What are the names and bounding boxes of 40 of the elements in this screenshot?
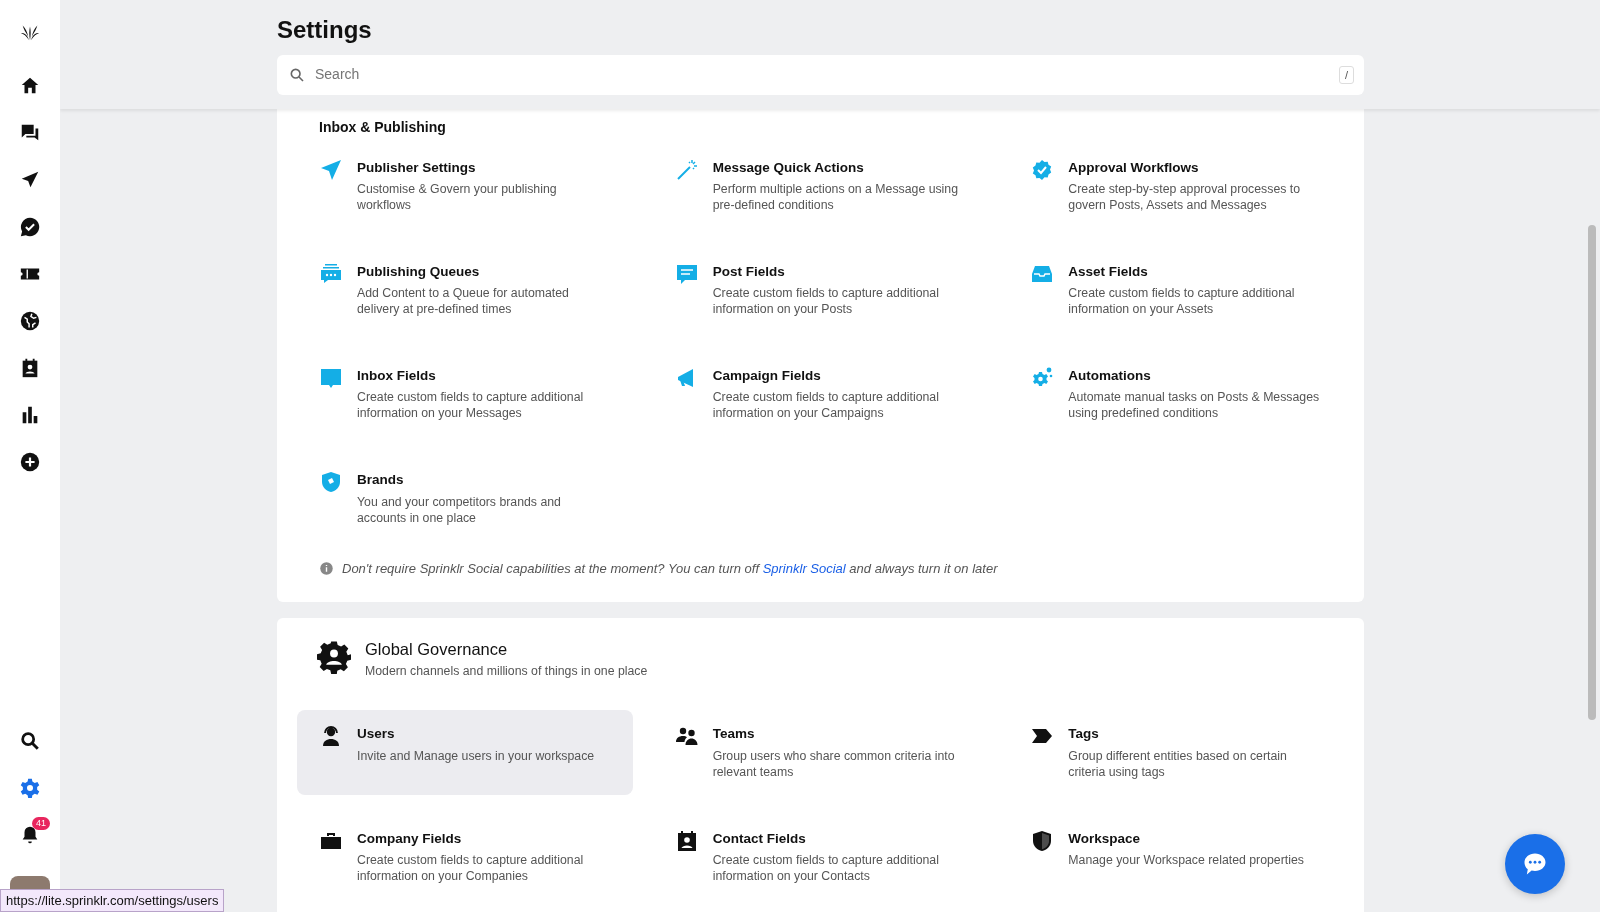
item-description: Create custom fields to capture additional information on your Campaigns: [712, 390, 940, 423]
item-description: Automate manual tasks on Posts & Messages using predefined conditions: [1068, 390, 1321, 423]
item-description: You and your competitors brands and accounts in one place: [357, 494, 562, 527]
item-title: Users: [357, 725, 396, 744]
shortcut-key: /: [1338, 65, 1354, 85]
item-title: Automations: [1068, 367, 1152, 386]
section-title: Global Governance: [365, 640, 509, 660]
item-description: Create step-by-step approval processes to govern Posts, Assets and Messages: [1068, 182, 1302, 214]
item-title: Teams: [712, 725, 756, 744]
item-description: Create custom fields to capture additional information on your Messages: [357, 390, 585, 423]
section-title: Inbox & Publishing: [319, 119, 447, 136]
item-title: Message Quick Actions: [712, 158, 865, 177]
item-description: Customise & Govern your publishing workflows: [357, 182, 558, 214]
page-title: Settings: [277, 16, 373, 45]
item-title: Tags: [1068, 725, 1100, 744]
item-title: Post Fields: [712, 263, 786, 281]
item-description: Create custom fields to capture additional information on your Assets: [1068, 286, 1296, 319]
item-title: Publisher Settings: [357, 158, 477, 177]
item-description: Create custom fields to capture additional information on your Contacts: [712, 852, 940, 885]
item-title: Publishing Queues: [357, 263, 481, 281]
notification-count: 41: [32, 817, 50, 830]
item-description: Create custom fields to capture additional information on your Companies: [357, 852, 585, 885]
item-title: Campaign Fields: [712, 367, 822, 386]
item-title: Asset Fields: [1068, 263, 1149, 281]
item-title: Workspace: [1068, 829, 1142, 848]
item-title: Approval Workflows: [1068, 158, 1200, 177]
item-description: Group users who share common criteria into relevant teams: [712, 748, 956, 781]
item-title: Company Fields: [357, 829, 463, 848]
status-url-tooltip: https://lite.sprinklr.com/settings/users: [0, 888, 225, 912]
info-note: Don't require Sprinklr Social capabilities at the moment? You can turn off Sprinklr Social and always turn it on later: [342, 559, 998, 578]
item-description: Group different entities based on certain criteria using tags: [1068, 748, 1288, 781]
item-description: Invite and Manage users in your workspace: [357, 748, 595, 765]
item-title: Brands: [357, 471, 405, 490]
item-description: Perform multiple actions on a Message using pre-defined conditions: [712, 182, 960, 214]
item-description: Manage your Workspace related properties: [1068, 852, 1304, 869]
item-title: Contact Fields: [712, 829, 807, 848]
section-subtitle: Modern channels and millions of things in one place: [365, 662, 648, 680]
item-title: Inbox Fields: [357, 367, 437, 386]
item-description: Create custom fields to capture additional information on your Posts: [712, 286, 940, 319]
item-description: Add Content to a Queue for automated delivery at pre-defined times: [357, 286, 570, 319]
